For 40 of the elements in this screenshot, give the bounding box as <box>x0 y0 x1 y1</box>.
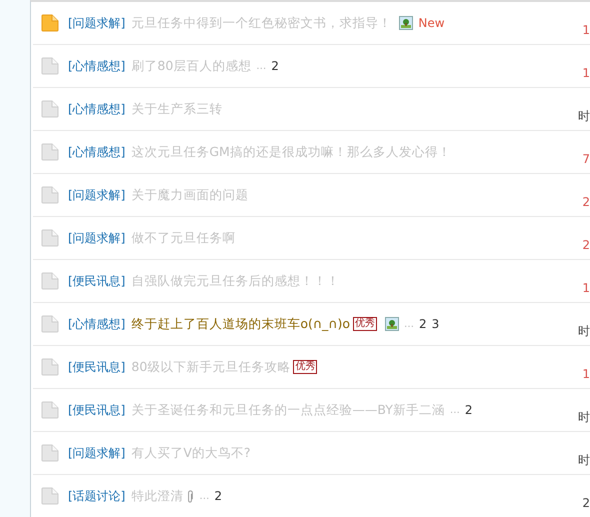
page-link[interactable]: 2 <box>271 59 279 73</box>
excellent-tag: 优秀 <box>352 317 377 331</box>
category-link[interactable]: [便民讯息] <box>68 272 126 290</box>
last-post-fragment: 时 <box>578 410 590 424</box>
last-post-fragment: 1 <box>582 66 590 80</box>
category-link[interactable]: [心情感想] <box>68 144 126 160</box>
page-link[interactable]: 2 <box>464 403 473 417</box>
thread-title-link[interactable]: 终于赶上了百人道场的末班车o(∩_∩)o <box>131 316 350 332</box>
category-link[interactable]: [话题讨论] <box>68 488 126 504</box>
last-post-fragment: 时 <box>578 324 590 338</box>
category-link[interactable]: [问题求解] <box>68 186 126 204</box>
category-link[interactable]: [心情感想] <box>68 100 126 118</box>
paperclip-icon <box>186 490 194 502</box>
image-icon <box>384 317 399 331</box>
page-link[interactable]: 2 <box>214 489 222 503</box>
image-icon <box>399 16 414 30</box>
category-link[interactable]: [心情感想] <box>68 58 126 74</box>
last-post-fragment: 7 <box>582 152 590 166</box>
page-link[interactable]: 2 <box>418 317 427 331</box>
last-post-fragment: 时 <box>578 453 590 467</box>
category-link[interactable]: [心情感想] <box>68 316 126 332</box>
last-post-fragment: 2 <box>582 195 590 209</box>
category-link[interactable]: [便民讯息] <box>68 358 126 376</box>
last-post-fragment: 2 <box>582 238 590 252</box>
last-post-fragment: 1 <box>582 281 590 295</box>
ellipsis: … <box>450 404 460 416</box>
category-link[interactable]: [问题求解] <box>68 14 126 32</box>
ellipsis: … <box>199 490 210 502</box>
category-link[interactable]: [问题求解] <box>68 230 126 246</box>
category-link[interactable]: [便民讯息] <box>68 402 126 418</box>
excellent-tag: 优秀 <box>293 360 318 374</box>
ellipsis: … <box>256 60 266 72</box>
last-post-fragment: 时 <box>578 109 590 123</box>
last-post-fragment: 2 <box>582 496 590 510</box>
last-post-fragment: 1 <box>582 23 590 37</box>
last-post-fragment: 1 <box>582 367 590 381</box>
ellipsis: … <box>404 318 414 330</box>
new-label: New <box>418 16 445 30</box>
category-link[interactable]: [问题求解] <box>68 444 126 462</box>
page-link[interactable]: 3 <box>432 317 440 331</box>
